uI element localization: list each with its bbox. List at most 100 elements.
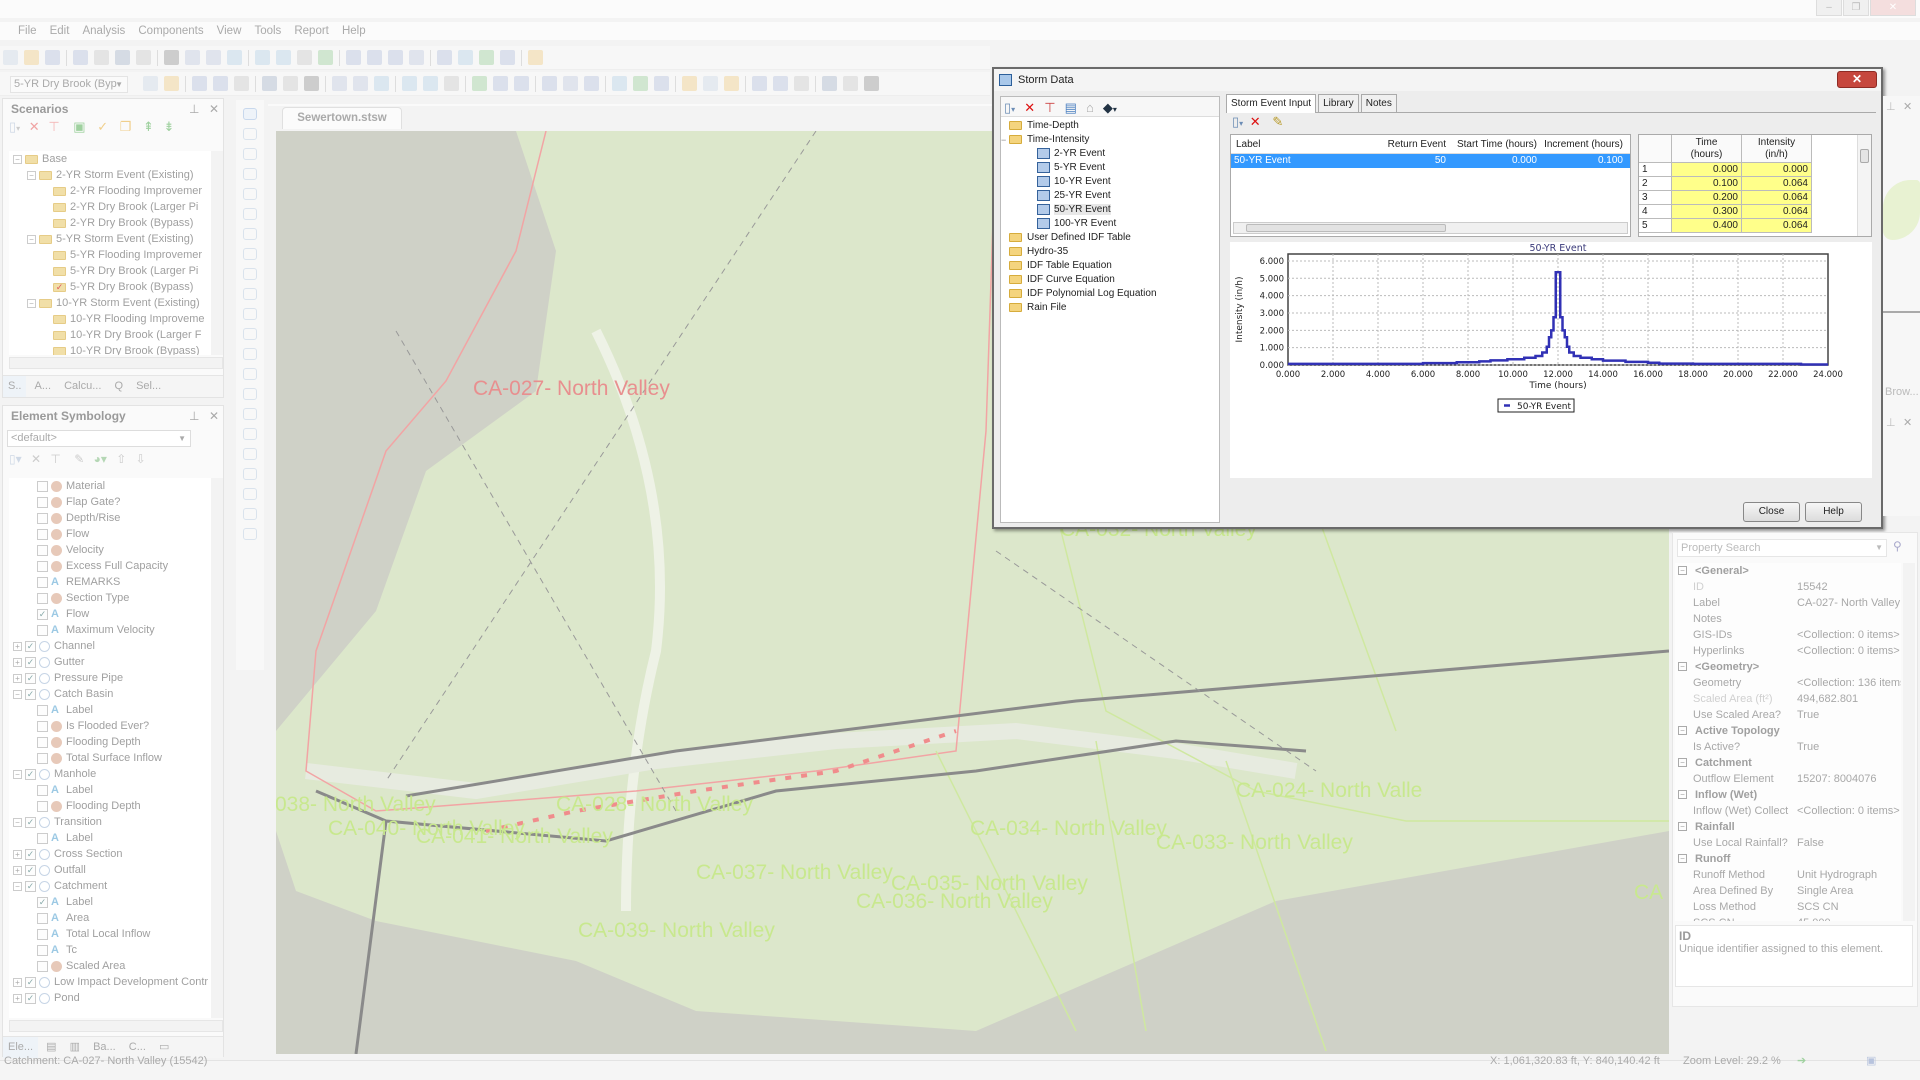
property-value[interactable]: <Collection: 0 items> xyxy=(1797,643,1901,659)
ti-cell[interactable]: 0.000 xyxy=(1742,163,1812,177)
storm-tree-item[interactable]: 2-YR Event xyxy=(1001,147,1219,161)
dialog-close-icon[interactable]: ✕ xyxy=(1837,71,1877,88)
scenario-item[interactable]: ✓ 5-YR Dry Brook (Bypass) xyxy=(9,279,213,295)
property-row[interactable]: Outflow Element 15207: 8004076 xyxy=(1675,771,1901,787)
layout-tool-icon[interactable] xyxy=(243,208,257,220)
layout-tool-icon[interactable] xyxy=(243,168,257,180)
visibility-checkbox[interactable] xyxy=(37,784,48,796)
toolbar-button-icon[interactable] xyxy=(752,76,767,91)
property-row[interactable]: Is Active? True xyxy=(1675,739,1901,755)
storm-tree-item[interactable]: IDF Polynomial Log Equation xyxy=(1001,287,1219,301)
new-icon[interactable]: ▯▾ xyxy=(1232,114,1243,129)
toolbar-button-icon[interactable] xyxy=(164,50,179,65)
expand-toggle-icon[interactable]: − xyxy=(13,881,22,891)
property-value[interactable]: SCS CN xyxy=(1797,899,1901,915)
storm-tree-item[interactable]: Hydro-35 xyxy=(1001,245,1219,259)
ti-cell[interactable]: 0.064 xyxy=(1742,219,1812,233)
expand-toggle-icon[interactable]: + xyxy=(13,673,22,683)
visibility-checkbox[interactable]: ✓ xyxy=(25,992,36,1004)
toolbar-button-icon[interactable] xyxy=(682,76,697,91)
symbology-item[interactable]: Flow xyxy=(9,526,213,542)
symbology-item[interactable]: ✓ A Flow xyxy=(9,606,213,622)
tab-notes[interactable]: Notes xyxy=(1360,94,1397,112)
property-value[interactable]: <Collection: 0 items> xyxy=(1797,803,1901,819)
layout-tool-icon[interactable] xyxy=(243,308,257,320)
new-icon[interactable]: ▯▾ xyxy=(1004,101,1015,117)
ti-cell[interactable]: 0.064 xyxy=(1742,177,1812,191)
visibility-checkbox[interactable]: ✓ xyxy=(25,672,36,684)
minimize-button[interactable]: – xyxy=(1816,0,1842,16)
symbology-item[interactable]: A Label xyxy=(9,782,213,798)
symbology-item[interactable]: A Total Local Inflow xyxy=(9,926,213,942)
toolbar-button-icon[interactable] xyxy=(318,50,333,65)
visibility-checkbox[interactable] xyxy=(37,480,48,492)
layout-tool-icon[interactable] xyxy=(243,408,257,420)
layout-tool-icon[interactable] xyxy=(243,508,257,520)
symbology-item[interactable]: A REMARKS xyxy=(9,574,213,590)
close-icon[interactable]: ✕ xyxy=(1903,416,1912,429)
symbology-item[interactable]: + ✓ Outfall xyxy=(9,862,213,878)
visibility-checkbox[interactable] xyxy=(37,960,48,972)
property-value[interactable]: Unit Hydrograph xyxy=(1797,867,1901,883)
storm-tree-item[interactable]: IDF Curve Equation xyxy=(1001,273,1219,287)
pin-icon[interactable]: ⊥ xyxy=(189,406,199,426)
layout-tool-icon[interactable] xyxy=(243,428,257,440)
scenario-item[interactable]: − 10-YR Storm Event (Existing) xyxy=(9,295,213,311)
ti-table-scrollbar[interactable] xyxy=(1857,135,1871,236)
layout-tool-icon[interactable] xyxy=(243,108,257,120)
toolbar-button-icon[interactable] xyxy=(115,50,130,65)
menu-help[interactable]: Help xyxy=(342,22,366,40)
tab-library[interactable]: Library xyxy=(1318,94,1359,112)
property-value[interactable]: 15542 xyxy=(1797,579,1901,595)
toolbar-button-icon[interactable] xyxy=(514,76,529,91)
scenario-item[interactable]: − 2-YR Storm Event (Existing) xyxy=(9,167,213,183)
edit-icon[interactable]: ✎ xyxy=(74,452,84,466)
toolbar-button-icon[interactable] xyxy=(493,76,508,91)
collapse-toggle-icon[interactable]: − xyxy=(1678,726,1687,735)
toolbar-button-icon[interactable] xyxy=(374,76,389,91)
visibility-checkbox[interactable] xyxy=(37,560,48,572)
toolbar-button-icon[interactable] xyxy=(164,76,179,91)
visibility-checkbox[interactable]: ✓ xyxy=(37,896,48,908)
property-value[interactable]: <Collection: 0 items> xyxy=(1797,627,1901,643)
toolbar-button-icon[interactable] xyxy=(276,50,291,65)
symbology-item[interactable]: Velocity xyxy=(9,542,213,558)
delete-icon[interactable]: ✕ xyxy=(1024,101,1035,115)
collapse-toggle-icon[interactable]: − xyxy=(1678,790,1687,799)
visibility-checkbox[interactable]: ✓ xyxy=(25,848,36,860)
layout-tool-icon[interactable] xyxy=(243,468,257,480)
symbology-item[interactable]: + ✓ Pond xyxy=(9,990,213,1006)
storm-tree-item[interactable]: User Defined IDF Table xyxy=(1001,231,1219,245)
toolbar-button-icon[interactable] xyxy=(444,76,459,91)
toolbar-button-icon[interactable] xyxy=(262,76,277,91)
toolbar-button-icon[interactable] xyxy=(185,50,200,65)
toolbar-button-icon[interactable] xyxy=(843,76,858,91)
column-start-time[interactable]: Start Time (hours) xyxy=(1453,135,1537,154)
delete-icon[interactable]: ✕ xyxy=(1250,114,1261,129)
scenario-item[interactable]: 5-YR Flooding Improvemer xyxy=(9,247,213,263)
symbology-item[interactable]: − ✓ Catchment xyxy=(9,878,213,894)
visibility-checkbox[interactable]: ✓ xyxy=(25,768,36,780)
collapse-icon[interactable]: ⇟ xyxy=(164,119,175,134)
menu-analysis[interactable]: Analysis xyxy=(82,22,125,40)
toolbar-button-icon[interactable] xyxy=(458,50,473,65)
property-row[interactable]: ID 15542 xyxy=(1675,579,1901,595)
scenario-item[interactable]: 5-YR Dry Brook (Larger Pi xyxy=(9,263,213,279)
copy-icon[interactable]: ❐ xyxy=(120,119,132,134)
toolbar-button-icon[interactable] xyxy=(213,76,228,91)
visibility-checkbox[interactable] xyxy=(37,704,48,716)
toolbar-button-icon[interactable] xyxy=(563,76,578,91)
expand-toggle-icon[interactable]: + xyxy=(13,993,22,1003)
toolbar-button-icon[interactable] xyxy=(409,50,424,65)
expand-toggle-icon[interactable]: + xyxy=(13,977,22,987)
symbology-item[interactable]: A Label xyxy=(9,830,213,846)
visibility-checkbox[interactable] xyxy=(37,912,48,924)
collapse-toggle-icon[interactable]: − xyxy=(1678,566,1687,575)
property-row[interactable]: Notes xyxy=(1675,611,1901,627)
scenario-dropdown[interactable]: 5-YR Dry Brook (Byp ▼ xyxy=(10,76,128,93)
close-button[interactable]: Close xyxy=(1743,502,1800,522)
storm-tree-item[interactable]: − Time-Intensity xyxy=(1001,133,1219,147)
symbology-item[interactable]: Scaled Area xyxy=(9,958,213,974)
property-category[interactable]: − Active Topology xyxy=(1675,723,1901,739)
storm-tree-item[interactable]: IDF Table Equation xyxy=(1001,259,1219,273)
